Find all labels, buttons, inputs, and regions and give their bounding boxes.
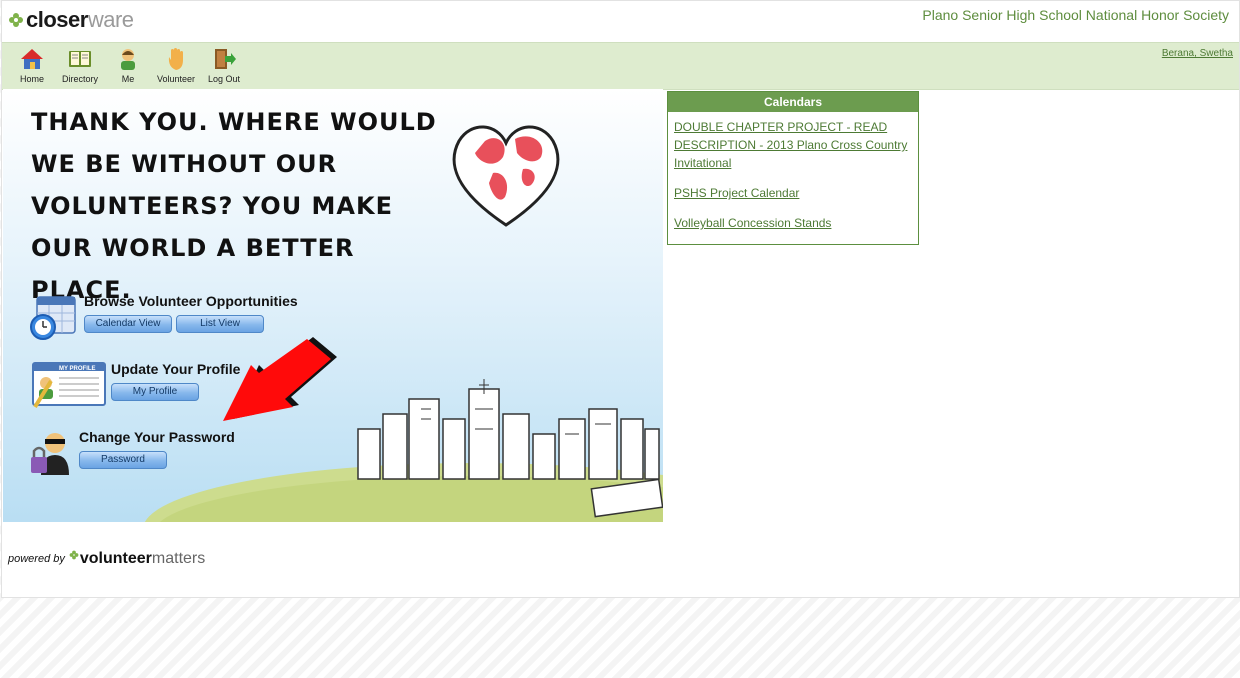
calendars-panel: Calendars DOUBLE CHAPTER PROJECT - READ … (667, 91, 919, 245)
my-profile-button[interactable]: My Profile (111, 383, 199, 401)
main-nav-bar: Home Directory Me Volunteer Log Out Bera… (2, 42, 1239, 90)
list-item: PSHS Project Calendar (674, 184, 912, 202)
page-frame: closer ware Plano Senior High School Nati… (1, 0, 1240, 598)
home-icon (21, 49, 43, 69)
calendar-clock-icon (30, 296, 76, 340)
calendar-link-volleyball[interactable]: Volleyball Concession Stands (674, 216, 831, 230)
flower-icon (69, 550, 79, 560)
calendar-view-button[interactable]: Calendar View (84, 315, 172, 333)
list-item: DOUBLE CHAPTER PROJECT - READ DESCRIPTIO… (674, 118, 912, 172)
password-button[interactable]: Password (79, 451, 167, 469)
profile-card-icon: MY PROFILE (32, 362, 106, 409)
nav-me[interactable]: Me (104, 47, 152, 84)
nav-directory[interactable]: Directory (56, 47, 104, 84)
logo-word-light: ware (87, 7, 134, 32)
calendar-list: DOUBLE CHAPTER PROJECT - READ DESCRIPTIO… (668, 112, 918, 232)
nav-home-label: Home (19, 74, 44, 84)
browse-opportunities-section: Browse Volunteer Opportunities Calendar … (29, 293, 298, 340)
person-icon (121, 49, 135, 70)
red-arrow-graphic (223, 337, 337, 421)
nav-volunteer-label: Volunteer (156, 74, 196, 84)
volunteermatters-light: matters (151, 550, 206, 567)
current-user-link[interactable]: Berana, Swetha (1162, 48, 1233, 59)
logo-word-strong: closer (26, 7, 88, 32)
update-profile-section: MY PROFILE Update Your Profile My Profil… (31, 361, 240, 409)
flower-icon (9, 13, 23, 27)
door-exit-icon (215, 49, 236, 69)
closerware-logo[interactable]: closer ware (8, 7, 134, 33)
password-title: Change Your Password (79, 429, 235, 445)
organization-name: Plano Senior High School National Honor … (922, 7, 1229, 23)
powered-by-text: powered by (8, 553, 65, 565)
nav-home[interactable]: Home (8, 47, 56, 84)
banner-tagline: THANK YOU. WHERE WOULD WE BE WITHOUT OUR… (31, 108, 437, 304)
nav-volunteer[interactable]: Volunteer (152, 47, 200, 84)
nav-logout[interactable]: Log Out (200, 47, 248, 84)
powered-by-footer[interactable]: powered by volunteer matters (8, 550, 205, 568)
calendar-link-cross-country[interactable]: DOUBLE CHAPTER PROJECT - READ DESCRIPTIO… (674, 120, 907, 170)
list-item: Volleyball Concession Stands (674, 214, 912, 232)
change-password-section: Change Your Password Password (29, 429, 235, 475)
calendar-link-pshs-project[interactable]: PSHS Project Calendar (674, 186, 799, 200)
volunteer-banner: THANK YOU. WHERE WOULD WE BE WITHOUT OUR… (3, 89, 663, 522)
nav-directory-label: Directory (61, 74, 98, 84)
book-icon (69, 51, 91, 67)
volunteermatters-strong: volunteer (79, 550, 152, 567)
nav-logout-label: Log Out (207, 74, 241, 84)
heart-globe-icon (452, 125, 560, 227)
calendars-header: Calendars (668, 92, 918, 112)
browse-title: Browse Volunteer Opportunities (84, 293, 298, 309)
list-view-button[interactable]: List View (176, 315, 264, 333)
profile-card-label: MY PROFILE (59, 366, 96, 372)
hand-icon (168, 48, 183, 70)
nav-me-label: Me (121, 74, 135, 84)
secure-user-lock-icon (31, 433, 69, 475)
